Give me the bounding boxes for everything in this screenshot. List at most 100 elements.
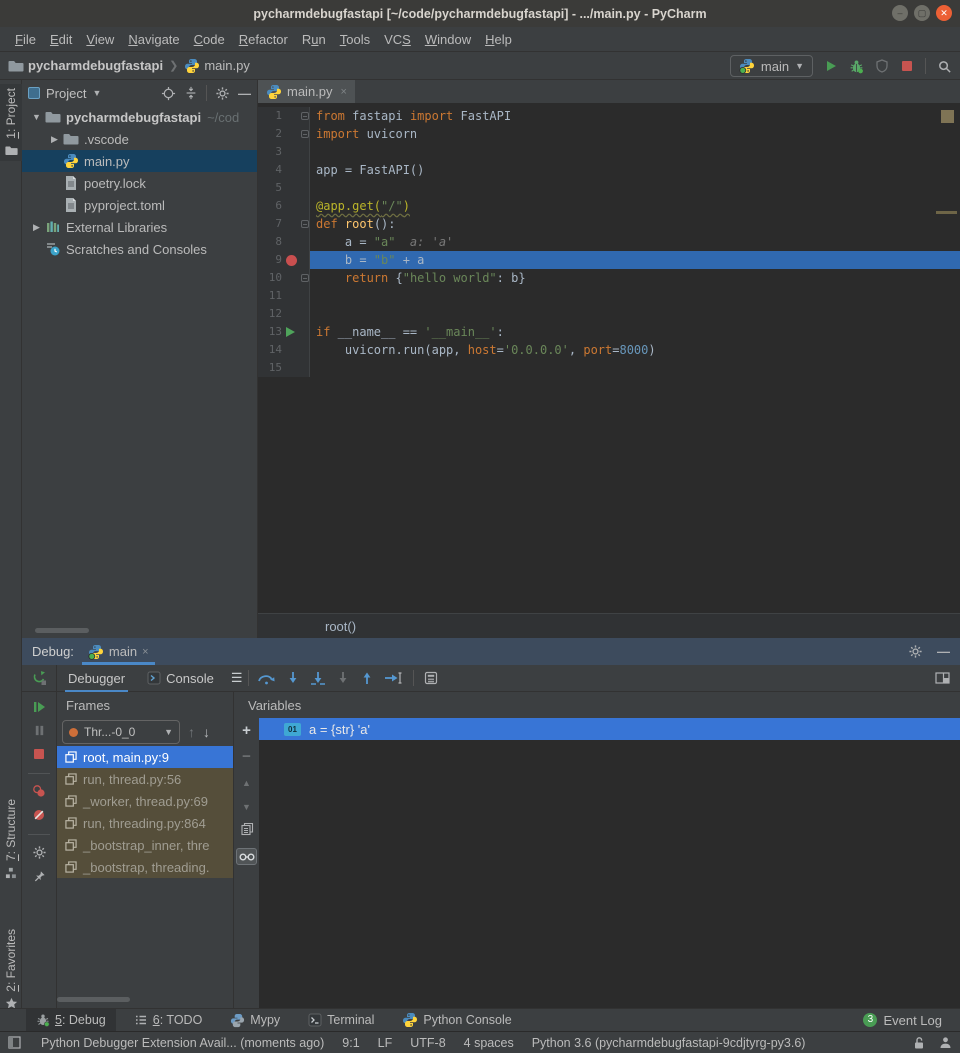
- menu-item-refactor[interactable]: Refactor: [232, 32, 295, 47]
- project-panel-title[interactable]: Project: [46, 86, 86, 101]
- hide-icon[interactable]: —: [937, 644, 950, 659]
- menu-item-file[interactable]: File: [8, 32, 43, 47]
- code-line-text[interactable]: if __name__ == '__main__':: [310, 323, 960, 341]
- minimize-button[interactable]: –: [892, 5, 908, 21]
- status-segment[interactable]: UTF-8: [410, 1036, 445, 1050]
- step-into-icon[interactable]: [286, 671, 300, 685]
- stop-red-icon[interactable]: [32, 747, 46, 761]
- tree-item-scratches-and-consoles[interactable]: Scratches and Consoles: [22, 238, 257, 260]
- fold-icon[interactable]: [301, 130, 309, 138]
- menu-item-run[interactable]: Run: [295, 32, 333, 47]
- tool-window-toggle-icon[interactable]: [8, 1036, 21, 1049]
- pause-icon[interactable]: [33, 724, 46, 737]
- menu-item-window[interactable]: Window: [418, 32, 478, 47]
- gutter[interactable]: 5: [258, 179, 310, 197]
- run-arrow-icon[interactable]: [286, 327, 295, 337]
- tree-item-main-py[interactable]: main.py: [22, 150, 257, 172]
- breadcrumb-item[interactable]: main.py: [184, 58, 250, 74]
- warning-stripe-marker[interactable]: [936, 211, 957, 214]
- status-segment[interactable]: 4 spaces: [464, 1036, 514, 1050]
- collapse-all-icon[interactable]: [184, 86, 198, 100]
- tool-window-tab-6-todo[interactable]: 6: TODO: [124, 1009, 213, 1031]
- maximize-button[interactable]: ▢: [914, 5, 930, 21]
- resume-icon[interactable]: [32, 700, 46, 714]
- code-line-text[interactable]: import uvicorn: [310, 125, 960, 143]
- coverage-button[interactable]: [875, 59, 889, 73]
- stripe-button-structure[interactable]: 7: Structure: [0, 795, 22, 883]
- code-line-text[interactable]: from fastapi import FastAPI: [310, 107, 960, 125]
- tab-debugger[interactable]: Debugger: [57, 665, 136, 692]
- expander-icon[interactable]: ▶: [46, 134, 63, 145]
- gutter[interactable]: 13: [258, 323, 310, 341]
- menu-item-code[interactable]: Code: [187, 32, 232, 47]
- breadcrumb-root[interactable]: root(): [325, 619, 356, 634]
- menu-item-edit[interactable]: Edit: [43, 32, 79, 47]
- breakpoint-icon[interactable]: [286, 255, 297, 266]
- code-line-text[interactable]: return {"hello world": b}: [310, 269, 960, 287]
- variable-row[interactable]: 01a = {str} 'a': [259, 718, 960, 740]
- code-line-text[interactable]: [310, 179, 960, 197]
- code-line-text[interactable]: [310, 305, 960, 323]
- tool-window-tab-5-debug[interactable]: 5: Debug: [26, 1009, 116, 1031]
- frames-horizontal-scrollbar[interactable]: [57, 996, 233, 1004]
- code-line-text[interactable]: def root():: [310, 215, 960, 233]
- gutter[interactable]: 12: [258, 305, 310, 323]
- title-bar[interactable]: pycharmdebugfastapi [~/code/pycharmdebug…: [0, 0, 960, 27]
- layout-settings-icon[interactable]: ☰: [231, 670, 243, 686]
- tree-item--vscode[interactable]: ▶.vscode: [22, 128, 257, 150]
- code-line-text[interactable]: a = "a" a: 'a': [310, 233, 960, 251]
- close-icon[interactable]: ×: [142, 646, 148, 658]
- plus-icon[interactable]: +: [242, 722, 251, 739]
- menu-item-view[interactable]: View: [79, 32, 121, 47]
- frame-row[interactable]: run, thread.py:56: [57, 768, 233, 790]
- event-log-button[interactable]: 3 Event Log: [863, 1013, 942, 1028]
- debug-button[interactable]: [849, 59, 864, 74]
- frame-row[interactable]: _worker, thread.py:69: [57, 790, 233, 812]
- frame-row[interactable]: _bootstrap_inner, thre: [57, 834, 233, 856]
- tab-console[interactable]: Console: [136, 665, 225, 692]
- tool-window-tab-mypy[interactable]: Mypy: [220, 1009, 290, 1031]
- mute-breakpoints-icon[interactable]: [32, 808, 46, 822]
- tree-item-pycharmdebugfastapi[interactable]: ▼pycharmdebugfastapi ~/cod: [22, 106, 257, 128]
- smart-step-into-icon[interactable]: [310, 671, 326, 685]
- frame-row[interactable]: _bootstrap, threading.: [57, 856, 233, 878]
- next-frame-icon[interactable]: ↓: [203, 724, 210, 740]
- tree-item-poetry-lock[interactable]: poetry.lock: [22, 172, 257, 194]
- previous-frame-icon[interactable]: ↑: [188, 724, 195, 740]
- close-icon[interactable]: ×: [341, 86, 347, 98]
- force-step-into-icon[interactable]: [336, 671, 350, 685]
- tree-item-external-libraries[interactable]: ▶External Libraries: [22, 216, 257, 238]
- fold-icon[interactable]: [301, 220, 309, 228]
- inspection-status-marker[interactable]: [941, 110, 954, 123]
- restore-layout-icon[interactable]: [935, 671, 950, 685]
- menu-item-navigate[interactable]: Navigate: [121, 32, 186, 47]
- fold-icon[interactable]: [301, 112, 309, 120]
- status-message[interactable]: Python Debugger Extension Avail... (mome…: [41, 1036, 324, 1050]
- project-horizontal-scrollbar[interactable]: [22, 626, 258, 635]
- stop-button[interactable]: [900, 59, 914, 73]
- stripe-button-project[interactable]: 1: Project: [0, 84, 22, 161]
- gutter[interactable]: 1: [258, 107, 310, 125]
- tri-up-icon[interactable]: ▲: [242, 774, 251, 789]
- gutter[interactable]: 8: [258, 233, 310, 251]
- hide-icon[interactable]: —: [238, 86, 251, 101]
- run-configuration-select[interactable]: main ▼: [730, 55, 813, 77]
- gutter[interactable]: 6: [258, 197, 310, 215]
- gutter[interactable]: 11: [258, 287, 310, 305]
- rerun-icon[interactable]: [31, 670, 47, 686]
- status-segment[interactable]: LF: [378, 1036, 393, 1050]
- frame-row[interactable]: run, threading.py:864: [57, 812, 233, 834]
- editor-tab-mainpy[interactable]: main.py ×: [258, 80, 355, 103]
- code-line-text[interactable]: [310, 287, 960, 305]
- tool-window-tab-terminal[interactable]: Terminal: [298, 1009, 384, 1031]
- code-line-text[interactable]: app = FastAPI(): [310, 161, 960, 179]
- gear-icon[interactable]: [215, 86, 230, 101]
- thread-selector[interactable]: Thr...-0_0 ▼: [62, 720, 180, 744]
- tool-window-tab-python-console[interactable]: Python Console: [392, 1009, 521, 1031]
- gutter[interactable]: 2: [258, 125, 310, 143]
- debug-session-tab[interactable]: main ×: [82, 638, 155, 665]
- close-button[interactable]: ✕: [936, 5, 952, 21]
- run-button[interactable]: [824, 59, 838, 73]
- lock-icon[interactable]: [913, 1036, 925, 1050]
- minus-icon[interactable]: −: [242, 748, 251, 765]
